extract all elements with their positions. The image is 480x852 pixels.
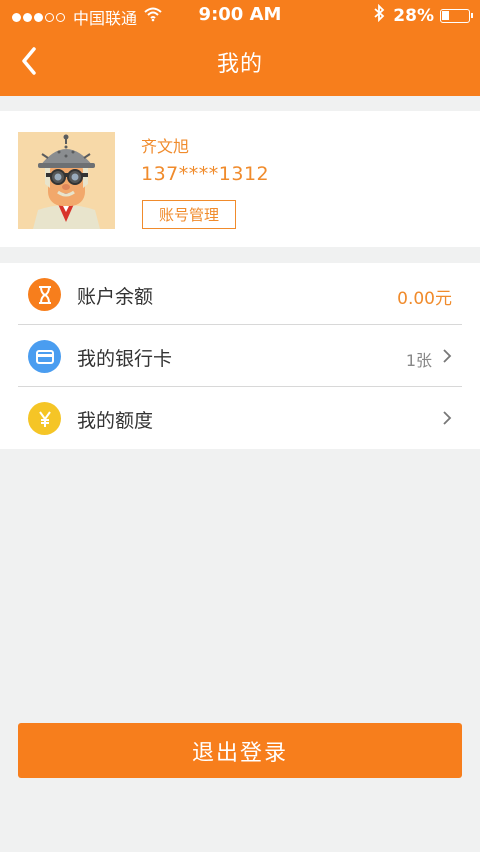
balance-value: 0.00元 xyxy=(397,289,452,309)
chevron-right-icon xyxy=(442,410,452,430)
bank-card-label: 我的银行卡 xyxy=(77,348,173,370)
menu-item-quota[interactable]: 我的额度 xyxy=(0,387,480,449)
yen-icon xyxy=(28,402,61,435)
quota-label: 我的额度 xyxy=(77,410,154,432)
page-title: 我的 xyxy=(216,52,263,77)
account-management-button[interactable]: 账号管理 xyxy=(142,200,236,229)
bank-card-count: 1张 xyxy=(405,351,432,370)
status-right: 28% xyxy=(373,3,473,27)
battery-level xyxy=(442,10,449,20)
menu-item-bank-card[interactable]: 我的银行卡 1张 xyxy=(0,325,480,387)
chevron-right-icon xyxy=(442,348,452,368)
top-bar: 中国联通 9:00 AM 28% 我的 xyxy=(0,0,480,96)
battery-icon xyxy=(440,8,473,23)
logout-button[interactable]: 退出登录 xyxy=(18,723,462,778)
user-phone: 137****1312 xyxy=(141,163,270,185)
avatar[interactable] xyxy=(18,132,115,229)
bluetooth-icon xyxy=(373,3,385,27)
balance-label: 账户余额 xyxy=(77,286,154,308)
user-name: 齐文旭 xyxy=(141,137,190,156)
hourglass-icon xyxy=(28,278,61,311)
menu-item-balance[interactable]: 账户余额 0.00元 xyxy=(0,263,480,325)
card-icon xyxy=(28,340,61,373)
menu-list: 账户余额 0.00元 我的银行卡 1张 我的额度 xyxy=(0,263,480,449)
profile-card: 齐文旭 137****1312 账号管理 xyxy=(0,111,480,247)
status-bar: 中国联通 9:00 AM 28% xyxy=(0,0,480,32)
battery-percent: 28% xyxy=(393,5,434,26)
